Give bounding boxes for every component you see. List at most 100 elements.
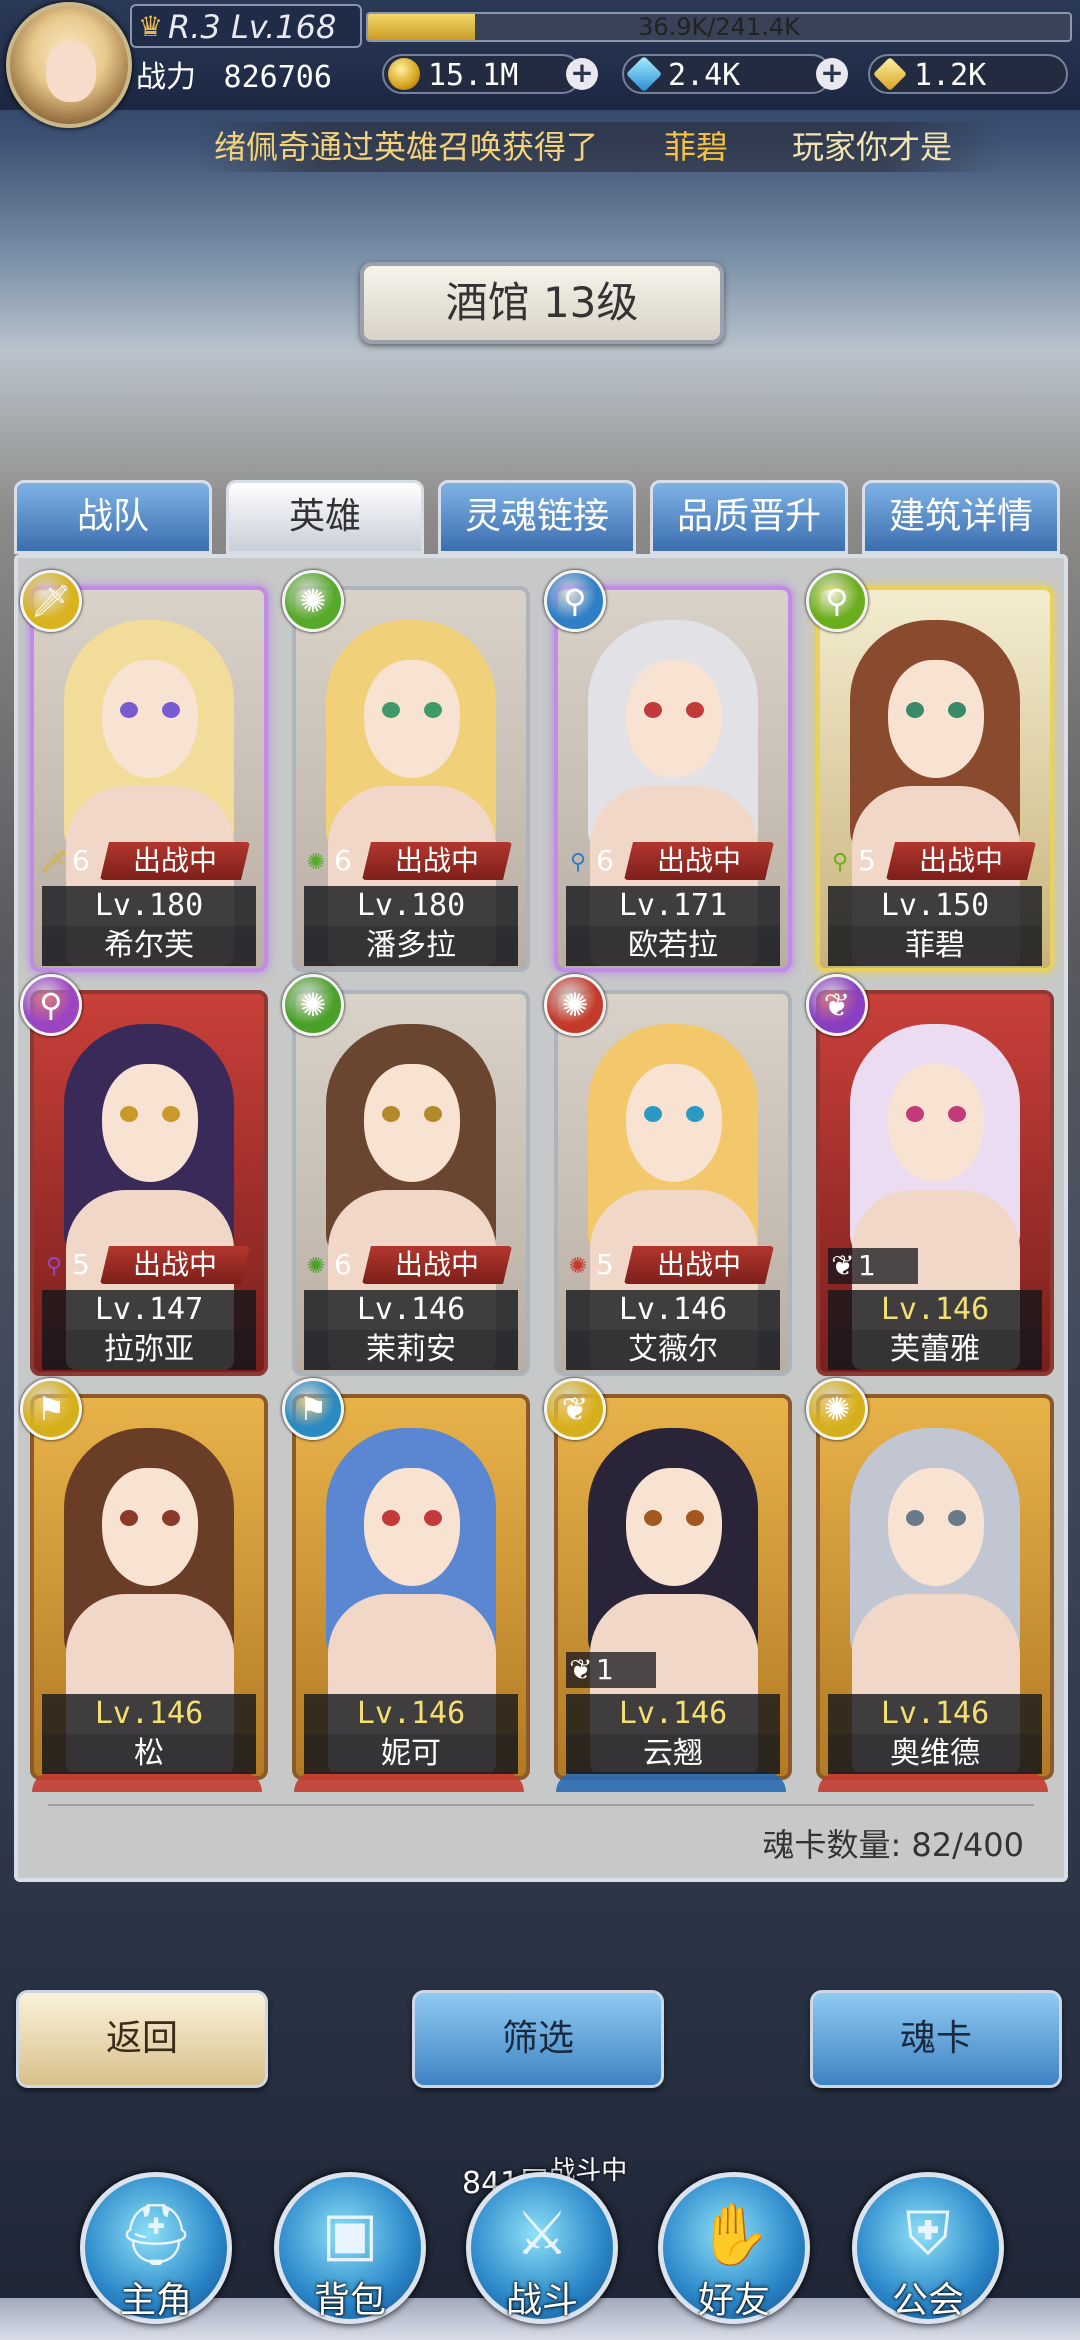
hero-star-count: 5 [72, 1248, 90, 1281]
helmet-icon: ⛑ [117, 2200, 195, 2270]
backpack-icon: ▣ [321, 2199, 379, 2269]
hero-eye [906, 1106, 924, 1122]
tab-soul-link[interactable]: 灵魂链接 [438, 480, 636, 554]
hero-level: Lv.146 [304, 1290, 518, 1330]
hero-card[interactable]: Lv.146 妮可 [292, 1394, 530, 1780]
hero-name: 妮可 [304, 1734, 518, 1774]
hero-level: Lv.171 [566, 886, 780, 926]
wings-icon: ❦ [544, 1378, 606, 1440]
wind-icon: ✺ [282, 974, 344, 1036]
crossed-swords-icon: ⚔ [515, 2199, 569, 2269]
marquee-text-start: 绪佩奇通过英雄召唤获得了 [214, 128, 599, 166]
tab-quality-upgrade[interactable]: 品质晋升 [650, 480, 848, 554]
hero-eye [686, 1510, 704, 1526]
add-gem-button[interactable]: + [816, 58, 848, 90]
nav-hero-label: 主角 [119, 2280, 192, 2321]
hero-star-badge: ❦ 1 [828, 1248, 918, 1284]
hero-eye [424, 1106, 442, 1122]
hero-face [626, 1468, 722, 1586]
panel-divider [48, 1804, 1034, 1806]
hero-eye [120, 702, 138, 718]
back-button[interactable]: 返回 [16, 1990, 268, 2088]
hero-face [626, 660, 722, 778]
hero-eye [906, 1510, 924, 1526]
sword-icon: 🗡 [40, 850, 68, 875]
add-gold-button[interactable]: + [566, 58, 598, 90]
combat-power: 战力 826706 [136, 52, 332, 96]
hero-card[interactable]: ⚲ 6 出战中 Lv.171 欧若拉 [554, 586, 792, 972]
hero-card[interactable]: Lv.146 奥维德 [816, 1394, 1054, 1780]
staff-icon: ⚲ [569, 850, 587, 875]
hero-card[interactable]: ✺ 5 出战中 Lv.146 艾薇尔 [554, 990, 792, 1376]
marquee-hero-name: 菲碧 [664, 128, 729, 166]
hero-eye [644, 702, 662, 718]
filter-button[interactable]: 筛选 [412, 1990, 664, 2088]
nav-battle-button[interactable]: ⚔ 战斗 [466, 2172, 618, 2324]
flag-icon: ⚑ [282, 1378, 344, 1440]
player-avatar[interactable] [6, 2, 132, 128]
hero-card[interactable]: ⚲ 5 出战中 Lv.147 拉弥亚 [30, 990, 268, 1376]
rank-level-text: R.3 Lv.168 [168, 8, 337, 46]
hero-list-panel: 🗡 6 出战中 Lv.180 希尔芙 🗡 ✺ 6 出战中 Lv.180 潘多拉 ✺ ⚲ 6 出战中 Lv.17… [14, 554, 1068, 1882]
hero-card-grid[interactable]: 🗡 6 出战中 Lv.180 希尔芙 🗡 ✺ 6 出战中 Lv.180 潘多拉 ✺ ⚲ 6 出战中 Lv.17… [20, 566, 1064, 1780]
hero-eye [644, 1106, 662, 1122]
hero-face [888, 1468, 984, 1586]
hero-eye [382, 1510, 400, 1526]
hero-level: Lv.147 [42, 1290, 256, 1330]
tab-heroes[interactable]: 英雄 [226, 480, 424, 554]
announcement-marquee: 绪佩奇通过英雄召唤获得了 菲碧 玩家你才是 [200, 122, 1000, 172]
hero-level: Lv.146 [304, 1694, 518, 1734]
combat-power-value: 826706 [223, 60, 332, 95]
deployed-tag: 出战中 [362, 1246, 512, 1284]
deployed-tag: 出战中 [362, 842, 512, 880]
deployed-badge: ⚲ 5 出战中 [820, 840, 1050, 884]
hero-level: Lv.146 [828, 1694, 1042, 1734]
hero-card[interactable]: ⚲ 5 出战中 Lv.150 菲碧 [816, 586, 1054, 972]
hero-name: 奥维德 [828, 1734, 1042, 1774]
deployed-tag: 出战中 [100, 842, 250, 880]
card-peek [294, 1772, 524, 1792]
wind-icon: ✺ [306, 850, 326, 875]
deployed-tag: 出战中 [624, 1246, 774, 1284]
hero-card[interactable]: 🗡 6 出战中 Lv.180 希尔芙 [30, 586, 268, 972]
hero-face [102, 660, 198, 778]
tavern-title: 酒馆 13级 [360, 262, 724, 344]
hero-level: Lv.146 [566, 1694, 780, 1734]
crown-icon: ♛ [138, 10, 164, 43]
wings-icon: ❦ [831, 1249, 855, 1282]
next-row-peek [18, 1772, 1056, 1792]
hero-face [364, 1468, 460, 1586]
hero-card[interactable]: ✺ 6 出战中 Lv.180 潘多拉 [292, 586, 530, 972]
hero-face [888, 1064, 984, 1182]
hero-star-count: 1 [858, 1249, 876, 1282]
hero-card[interactable]: ❦ 1 Lv.146 云翘 [554, 1394, 792, 1780]
hero-face [102, 1468, 198, 1586]
experience-text: 36.9K/241.4K [638, 13, 800, 41]
flag-icon: ⚑ [20, 1378, 82, 1440]
sword-icon: 🗡 [20, 570, 82, 632]
hero-face [888, 660, 984, 778]
nav-friends-label: 好友 [697, 2280, 770, 2321]
gem-value: 2.4K [668, 58, 741, 93]
nav-hero-button[interactable]: ⛑ 主角 [80, 2172, 232, 2324]
hero-star-count: 5 [596, 1248, 614, 1281]
hero-eye [424, 702, 442, 718]
hero-face [364, 1064, 460, 1182]
soul-card-button[interactable]: 魂卡 [810, 1990, 1062, 2088]
tab-team[interactable]: 战队 [14, 480, 212, 554]
hero-card[interactable]: ❦ 1 Lv.146 芙蕾雅 [816, 990, 1054, 1376]
nav-guild-button[interactable]: ⛨ 公会 [852, 2172, 1004, 2324]
hero-level: Lv.180 [42, 886, 256, 926]
hero-face [626, 1064, 722, 1182]
nav-friends-button[interactable]: ✋ 好友 [658, 2172, 810, 2324]
combat-power-label: 战力 [136, 60, 196, 95]
hero-card[interactable]: Lv.146 松 [30, 1394, 268, 1780]
hero-eye [644, 1510, 662, 1526]
hero-card[interactable]: ✺ 6 出战中 Lv.146 茉莉安 [292, 990, 530, 1376]
wind-icon: ✺ [306, 1254, 326, 1279]
hero-name: 欧若拉 [566, 926, 780, 966]
tab-building-details[interactable]: 建筑详情 [862, 480, 1060, 554]
deployed-badge: ✺ 6 出战中 [296, 1244, 526, 1288]
hero-face [102, 1064, 198, 1182]
nav-backpack-button[interactable]: ▣ 背包 [274, 2172, 426, 2324]
